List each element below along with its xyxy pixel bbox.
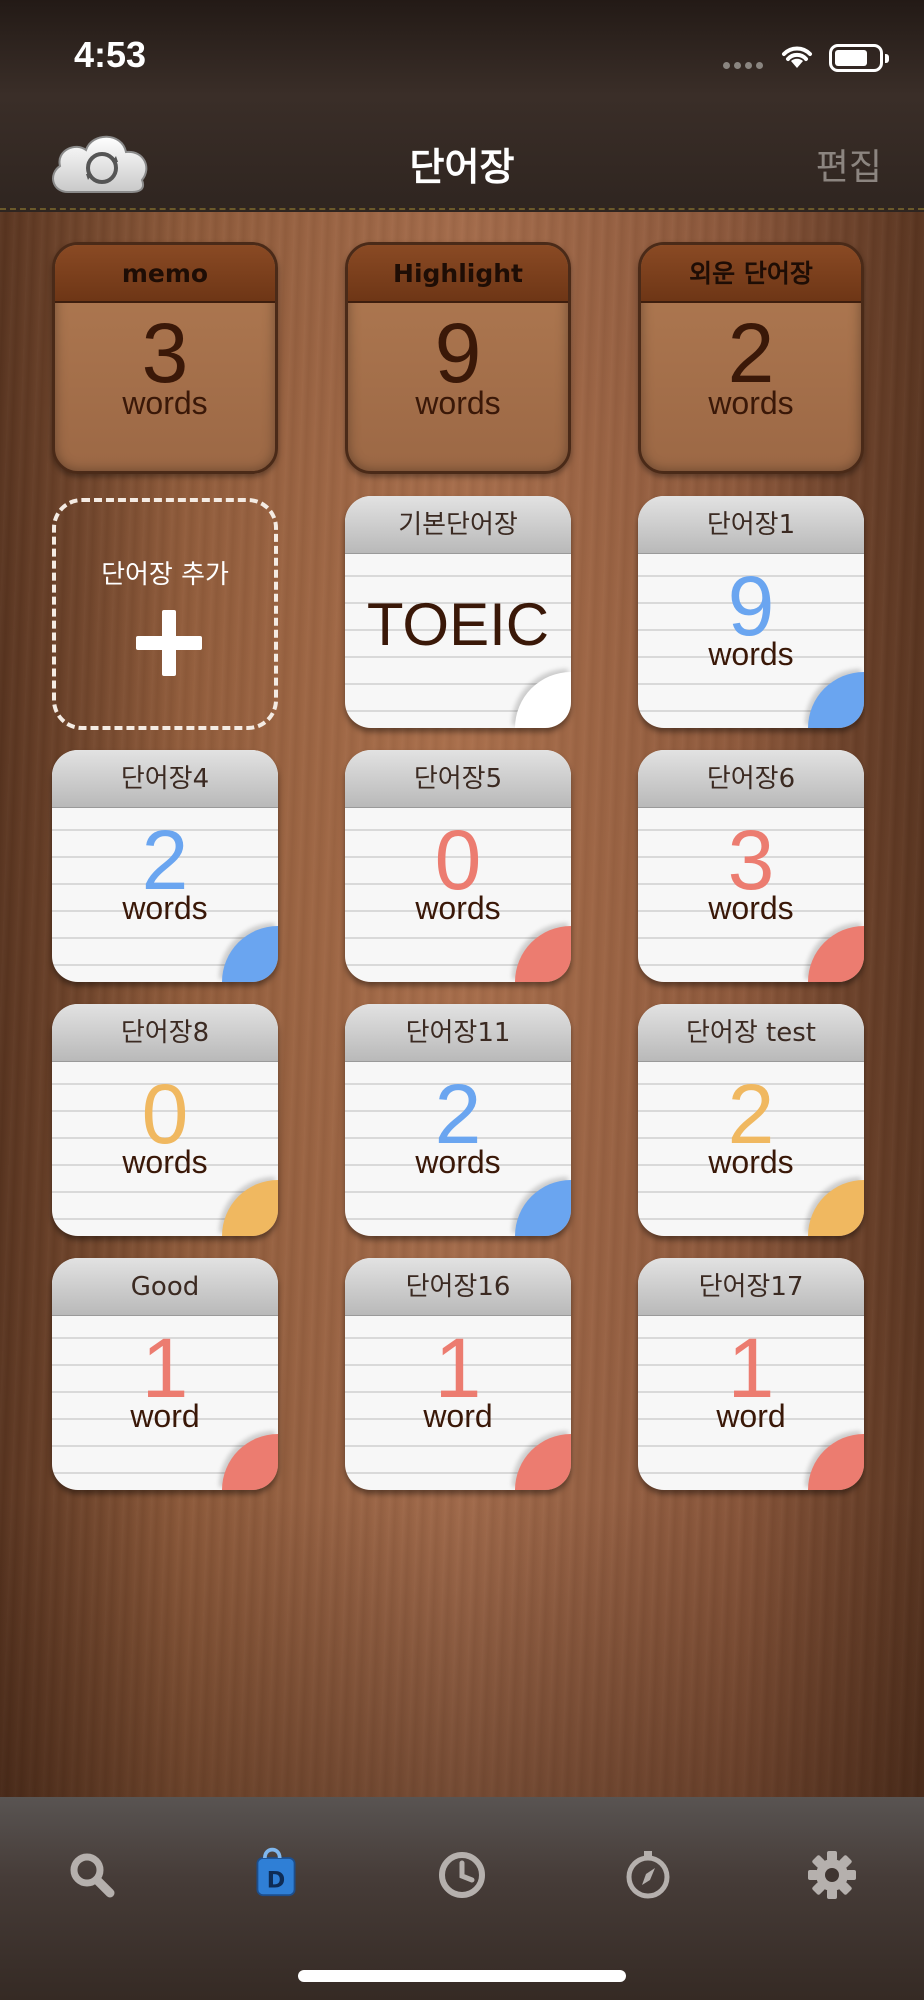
wordbook-tile[interactable]: 기본단어장 TOEIC bbox=[345, 496, 571, 728]
tile-unit: words bbox=[122, 385, 208, 421]
word-unit: word bbox=[716, 1398, 786, 1434]
tile-label: Highlight bbox=[348, 245, 568, 303]
search-icon[interactable] bbox=[66, 1849, 118, 1901]
wordbook-tile[interactable]: 단어장1 9 words bbox=[638, 496, 864, 728]
wordbook-tile[interactable]: 단어장4 2 words bbox=[52, 750, 278, 982]
word-unit: words bbox=[415, 890, 501, 926]
wordbook-tile[interactable]: 단어장 test 2 words bbox=[638, 1004, 864, 1236]
navigation-bar: 4:53 단어장 편집 bbox=[0, 0, 924, 212]
wordbook-tile[interactable]: Good 1 word bbox=[52, 1258, 278, 1490]
cellular-signal-icon bbox=[723, 62, 763, 70]
wordbook-name: 단어장6 bbox=[638, 750, 864, 808]
history-clock-icon[interactable] bbox=[436, 1849, 488, 1901]
tile-count: 3 bbox=[141, 306, 189, 400]
word-unit: words bbox=[122, 890, 208, 926]
status-time: 4:53 bbox=[74, 34, 147, 75]
wordbook-tile[interactable]: 단어장17 1 word bbox=[638, 1258, 864, 1490]
word-unit: words bbox=[708, 1144, 794, 1180]
word-unit: word bbox=[423, 1398, 493, 1434]
add-wordbook-label: 단어장 추가 bbox=[101, 560, 229, 590]
compass-icon[interactable] bbox=[622, 1849, 674, 1901]
wordbook-tile[interactable]: 단어장5 0 words bbox=[345, 750, 571, 982]
wordbook-name: 단어장5 bbox=[345, 750, 571, 808]
wordbook-name: 단어장11 bbox=[345, 1004, 571, 1062]
tile-unit: words bbox=[708, 385, 794, 421]
tile-unit: words bbox=[415, 385, 501, 421]
battery-icon bbox=[829, 44, 889, 72]
wordbook-tile[interactable]: 단어장6 3 words bbox=[638, 750, 864, 982]
tile-count: 9 bbox=[434, 306, 482, 400]
wordbook-name: 단어장4 bbox=[52, 750, 278, 808]
wordbook-name: 단어장17 bbox=[638, 1258, 864, 1316]
word-unit: words bbox=[122, 1144, 208, 1180]
wordbook-tile[interactable]: 단어장11 2 words bbox=[345, 1004, 571, 1236]
wordbook-icon[interactable]: D bbox=[250, 1845, 302, 1897]
tile-count: 2 bbox=[727, 306, 775, 400]
tile-label: 외운 단어장 bbox=[641, 245, 861, 303]
wordbook-icon-letter: D bbox=[267, 1868, 285, 1894]
plus-icon bbox=[136, 610, 202, 676]
word-unit: words bbox=[708, 636, 794, 672]
wordbook-name: 단어장8 bbox=[52, 1004, 278, 1062]
tile-label: memo bbox=[55, 245, 275, 303]
wordbook-name: 단어장16 bbox=[345, 1258, 571, 1316]
memo-tile[interactable]: memo 3 words bbox=[52, 242, 278, 474]
wordbook-name: 단어장1 bbox=[638, 496, 864, 554]
edit-button[interactable]: 편집 bbox=[816, 138, 882, 190]
memorized-wordbook-tile[interactable]: 외운 단어장 2 words bbox=[638, 242, 864, 474]
wordbook-tile[interactable]: 단어장8 0 words bbox=[52, 1004, 278, 1236]
gear-icon[interactable] bbox=[806, 1849, 858, 1901]
wordbook-name: 단어장 test bbox=[638, 1004, 864, 1062]
wordbook-tile[interactable]: 단어장16 1 word bbox=[345, 1258, 571, 1490]
add-wordbook-button[interactable]: 단어장 추가 bbox=[52, 498, 278, 730]
home-indicator bbox=[298, 1970, 626, 1982]
word-unit: words bbox=[415, 1144, 501, 1180]
wordbook-label: TOEIC bbox=[366, 591, 550, 658]
wifi-icon bbox=[782, 46, 812, 68]
word-unit: word bbox=[130, 1398, 200, 1434]
word-unit: words bbox=[708, 890, 794, 926]
wordbook-name: 기본단어장 bbox=[345, 496, 571, 554]
page-title: 단어장 bbox=[409, 145, 515, 189]
wordbook-name: Good bbox=[52, 1258, 278, 1316]
highlight-tile[interactable]: Highlight 9 words bbox=[345, 242, 571, 474]
